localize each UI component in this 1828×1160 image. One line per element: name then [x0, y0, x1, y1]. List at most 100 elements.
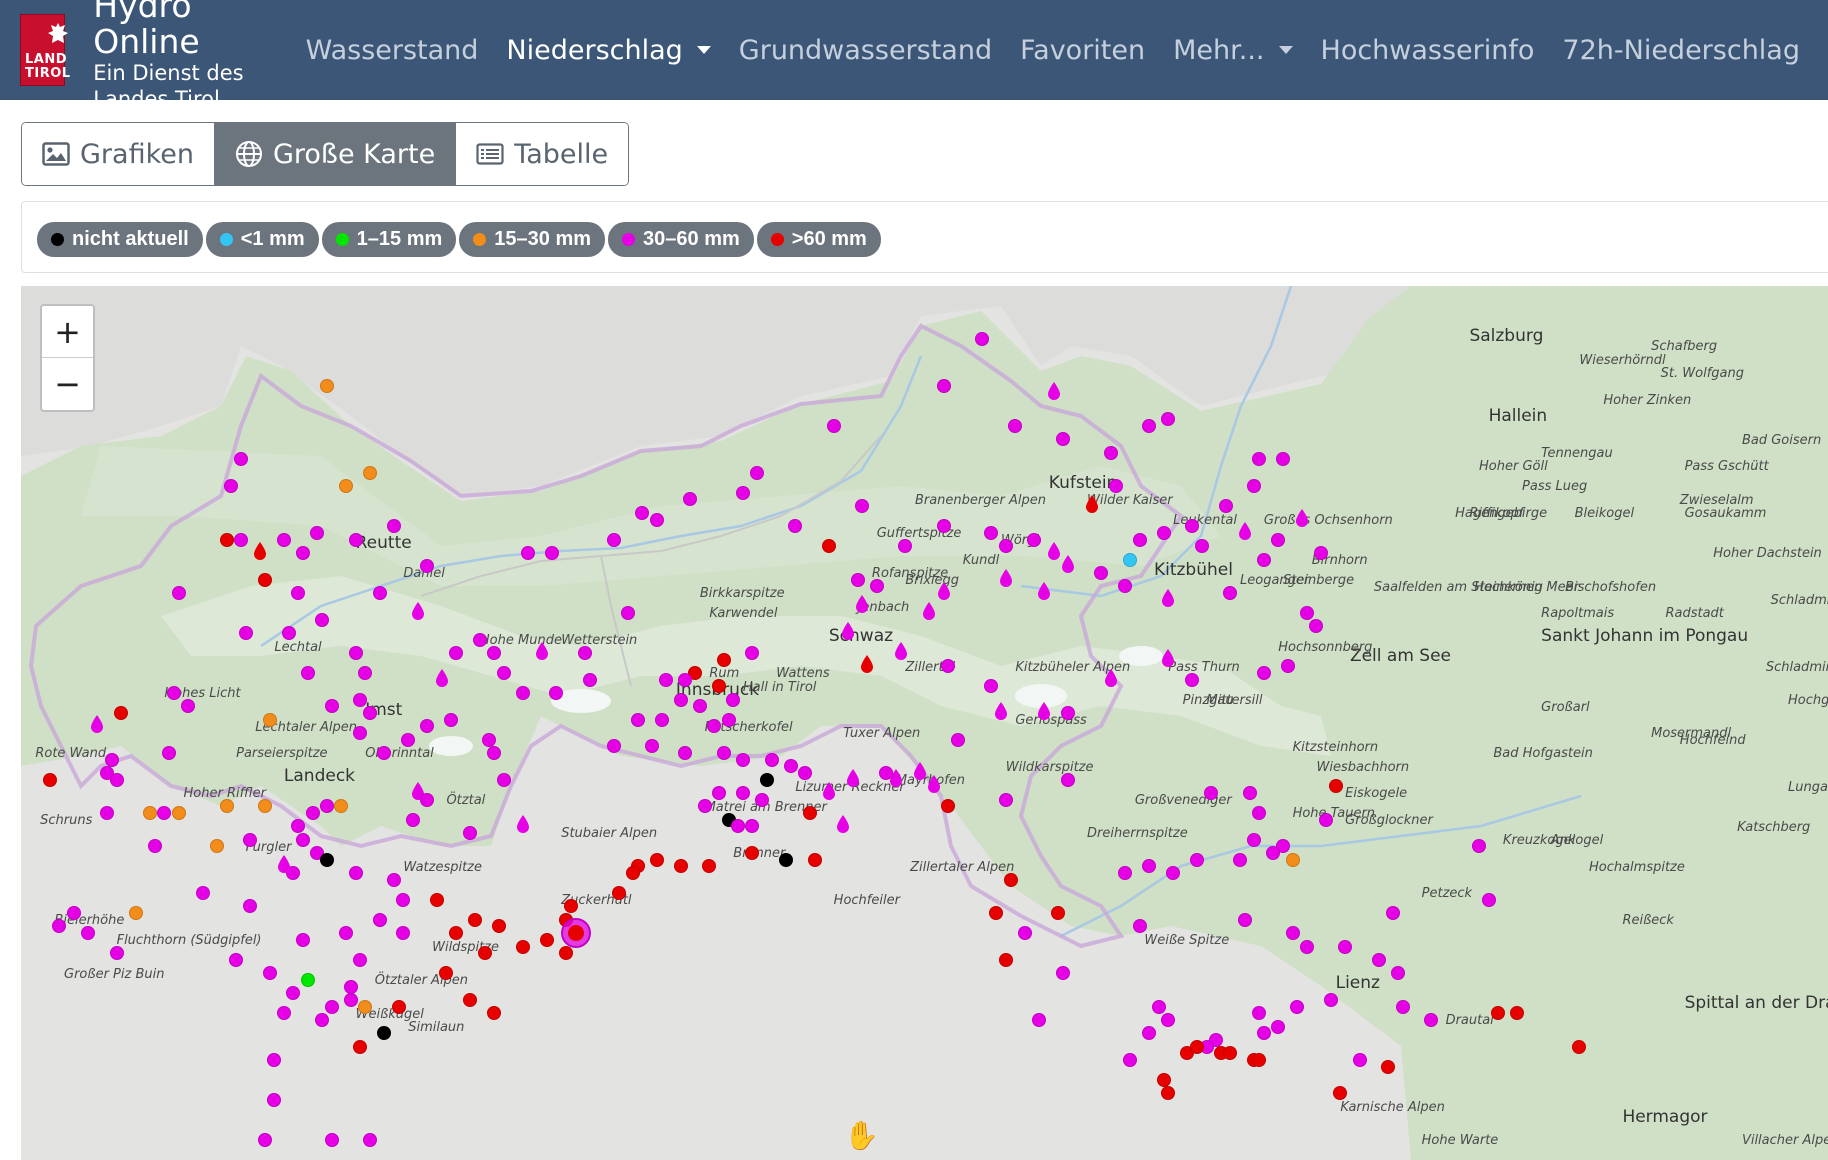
station-marker[interactable] — [578, 645, 593, 660]
station-marker[interactable] — [1323, 992, 1338, 1007]
station-marker[interactable] — [759, 772, 774, 787]
station-drop-marker[interactable] — [893, 641, 909, 661]
station-drop-marker[interactable] — [926, 774, 942, 794]
station-marker[interactable] — [998, 952, 1013, 967]
station-marker[interactable] — [1151, 999, 1166, 1014]
station-marker[interactable] — [850, 572, 865, 587]
station-marker[interactable] — [697, 799, 712, 814]
station-marker[interactable] — [42, 772, 57, 787]
station-marker[interactable] — [716, 746, 731, 761]
station-marker[interactable] — [649, 512, 664, 527]
station-marker[interactable] — [1285, 926, 1300, 941]
station-marker[interactable] — [420, 792, 435, 807]
zoom-out-button[interactable]: − — [42, 358, 93, 410]
station-marker[interactable] — [1319, 812, 1334, 827]
station-marker[interactable] — [401, 732, 416, 747]
station-marker[interactable] — [100, 806, 115, 821]
station-marker[interactable] — [195, 886, 210, 901]
station-marker[interactable] — [1381, 1059, 1396, 1074]
station-drop-marker[interactable] — [1294, 508, 1310, 528]
station-marker[interactable] — [544, 545, 559, 560]
station-marker[interactable] — [625, 866, 640, 881]
station-marker[interactable] — [1424, 1012, 1439, 1027]
station-marker[interactable] — [735, 485, 750, 500]
station-marker[interactable] — [405, 812, 420, 827]
station-marker[interactable] — [1271, 532, 1286, 547]
station-marker[interactable] — [673, 692, 688, 707]
station-marker[interactable] — [821, 539, 836, 554]
station-marker[interactable] — [343, 979, 358, 994]
station-drop-marker[interactable] — [515, 814, 531, 834]
station-marker[interactable] — [621, 605, 636, 620]
station-marker[interactable] — [778, 852, 793, 867]
precipitation-map[interactable]: Salzburg Hallein Kufstein Reutte Kitzbühel Sc… — [21, 286, 1828, 1160]
zoom-in-button[interactable]: + — [42, 306, 93, 358]
station-marker[interactable] — [1256, 552, 1271, 567]
station-marker[interactable] — [1194, 539, 1209, 554]
station-marker[interactable] — [109, 772, 124, 787]
station-marker[interactable] — [262, 966, 277, 981]
station-marker[interactable] — [348, 866, 363, 881]
station-marker[interactable] — [343, 992, 358, 1007]
station-marker[interactable] — [950, 732, 965, 747]
station-marker[interactable] — [219, 532, 234, 547]
station-marker[interactable] — [372, 585, 387, 600]
station-drop-marker[interactable] — [1160, 588, 1176, 608]
station-marker[interactable] — [233, 532, 248, 547]
station-marker[interactable] — [659, 672, 674, 687]
station-marker[interactable] — [276, 532, 291, 547]
grafiken-button[interactable]: Grafiken — [22, 123, 215, 185]
station-marker[interactable] — [477, 946, 492, 961]
station-marker[interactable] — [262, 712, 277, 727]
station-marker[interactable] — [1032, 1012, 1047, 1027]
station-drop-marker[interactable] — [859, 654, 875, 674]
station-marker[interactable] — [1338, 939, 1353, 954]
station-marker[interactable] — [296, 932, 311, 947]
station-marker[interactable] — [1247, 832, 1262, 847]
station-drop-marker[interactable] — [1036, 581, 1052, 601]
station-marker[interactable] — [1256, 665, 1271, 680]
station-drop-marker[interactable] — [534, 641, 550, 661]
station-marker[interactable] — [1123, 1052, 1138, 1067]
station-marker[interactable] — [1003, 872, 1018, 887]
station-marker[interactable] — [1017, 926, 1032, 941]
station-marker[interactable] — [1156, 1072, 1171, 1087]
station-drop-marker[interactable] — [821, 781, 837, 801]
station-marker[interactable] — [1299, 605, 1314, 620]
station-drop-marker[interactable] — [993, 701, 1009, 721]
station-marker[interactable] — [1328, 779, 1343, 794]
station-marker[interactable] — [171, 585, 186, 600]
station-marker[interactable] — [468, 912, 483, 927]
station-marker[interactable] — [539, 932, 554, 947]
station-marker[interactable] — [606, 532, 621, 547]
station-marker[interactable] — [764, 752, 779, 767]
station-marker[interactable] — [324, 999, 339, 1014]
station-marker[interactable] — [802, 806, 817, 821]
station-marker[interactable] — [721, 712, 736, 727]
station-marker[interactable] — [472, 632, 487, 647]
station-marker[interactable] — [1237, 912, 1252, 927]
station-marker[interactable] — [324, 1132, 339, 1147]
station-marker[interactable] — [630, 712, 645, 727]
tabelle-button[interactable]: Tabelle — [456, 123, 629, 185]
station-marker[interactable] — [257, 572, 272, 587]
station-marker[interactable] — [348, 645, 363, 660]
station-marker[interactable] — [1027, 532, 1042, 547]
station-marker[interactable] — [300, 665, 315, 680]
station-drop-marker[interactable] — [1036, 701, 1052, 721]
station-drop-marker[interactable] — [840, 621, 856, 641]
station-marker[interactable] — [1103, 445, 1118, 460]
nav-niederschlag[interactable]: Niederschlag — [506, 35, 711, 66]
station-marker[interactable] — [386, 872, 401, 887]
station-marker[interactable] — [750, 465, 765, 480]
station-marker[interactable] — [353, 692, 368, 707]
station-drop-marker[interactable] — [89, 714, 105, 734]
station-drop-marker[interactable] — [1103, 668, 1119, 688]
station-marker[interactable] — [1189, 1039, 1204, 1054]
brand[interactable]: LAND TIROL Hydro Online Ein Dienst des L… — [0, 0, 264, 111]
station-marker[interactable] — [797, 766, 812, 781]
station-marker[interactable] — [1385, 906, 1400, 921]
station-marker[interactable] — [353, 1039, 368, 1054]
nav-72h-niederschlag[interactable]: 72h-Niederschlag — [1562, 35, 1800, 66]
station-marker[interactable] — [1108, 479, 1123, 494]
